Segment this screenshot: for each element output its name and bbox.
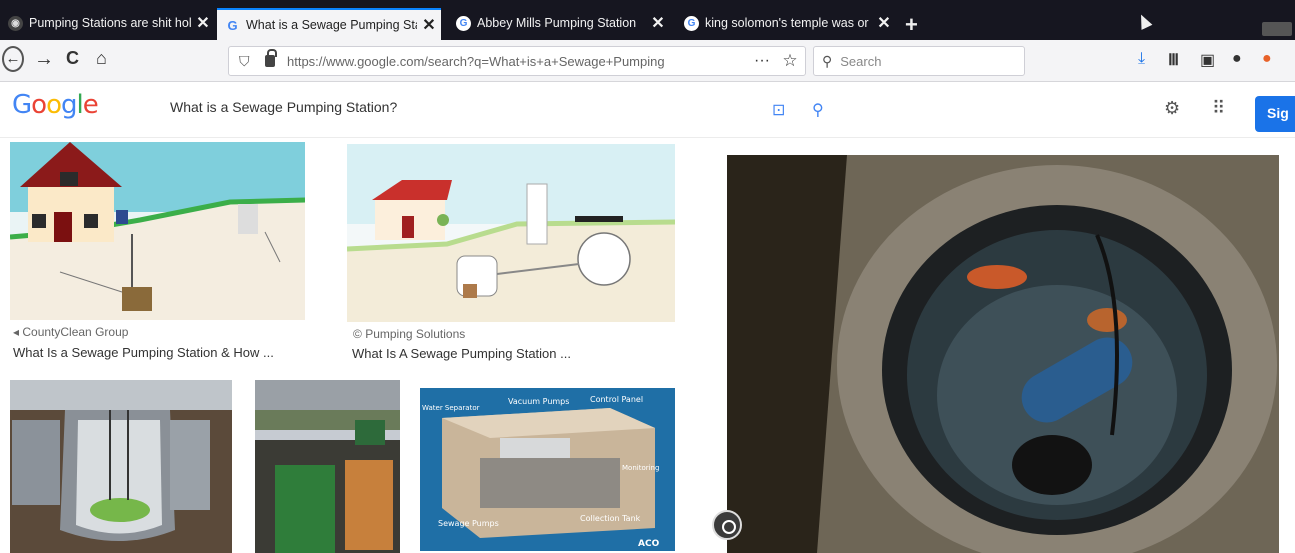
result-source[interactable]: © Pumping Solutions [353,327,465,341]
label-sewage-pumps: Sewage Pumps [438,519,499,528]
back-arrow-icon[interactable]: ← [2,46,24,72]
window-minimize-button[interactable] [1262,22,1292,36]
manhole-pump-photo [727,155,1279,553]
triangle-arrow-icon: ◂ [13,325,23,339]
result-title[interactable]: What Is a Sewage Pumping Station & How .… [13,345,274,360]
result-image-aco-tank[interactable]: Vacuum Pumps Control Panel Water Separat… [420,388,675,551]
house-diagram-illustration [10,142,305,320]
close-icon[interactable]: ✕ [872,13,896,33]
logo-letter: G [12,90,32,120]
label-vacuum-pumps: Vacuum Pumps [508,397,569,406]
forward-arrow-icon[interactable]: → [34,48,54,71]
tab-title: Abbey Mills Pumping Station [477,16,637,30]
lock-icon[interactable] [265,49,277,67]
settings-gear-icon[interactable]: ⚙ [1164,98,1180,119]
addon-icon[interactable]: ● [1262,50,1272,68]
google-lens-button[interactable] [712,510,742,540]
circle-c-icon: © [353,327,366,341]
tab-title: Pumping Stations are shit hole [29,16,191,30]
result-image-tank-cutaway[interactable] [10,380,232,553]
google-logo[interactable]: Google [12,90,99,120]
close-icon[interactable]: ✕ [646,13,670,33]
search-bar[interactable]: ⚲ Search [813,46,1025,76]
screenshot: ◉ Pumping Stations are shit hole ✕ G Wha… [0,0,1295,553]
logo-letter: o [31,90,47,120]
result-image-pump-diagram[interactable] [347,144,675,322]
result-image-house-diagram[interactable] [10,142,305,320]
more-icon[interactable]: ··· [749,52,775,70]
search-icon[interactable]: ⚲ [812,100,824,120]
logo-letter: g [61,90,77,120]
tab-king-solomon[interactable]: G king solomon's temple was or ✕ [676,8,896,38]
site-photo [255,380,400,553]
google-header: Google What is a Sewage Pumping Station?… [0,82,1295,138]
label-monitoring: Monitoring [622,464,659,472]
label-collection-tank: Collection Tank [580,514,641,523]
new-tab-button[interactable]: + [905,12,918,38]
search-query-input[interactable]: What is a Sewage Pumping Station? [170,99,397,115]
reload-icon[interactable]: C [66,48,79,69]
account-icon[interactable]: ● [1232,50,1242,68]
tab-bar: ◉ Pumping Stations are shit hole ✕ G Wha… [0,0,1295,40]
url-bar[interactable]: ⛉ https://www.google.com/search?q=What+i… [228,46,806,76]
star-icon[interactable]: ☆ [775,51,805,71]
aco-tank-illustration: Vacuum Pumps Control Panel Water Separat… [420,388,675,551]
result-source[interactable]: ◂ CountyClean Group [13,325,128,339]
close-icon[interactable]: ✕ [191,13,215,33]
image-results: ◂ CountyClean Group What Is a Sewage Pum… [0,138,1295,553]
tank-cutaway-illustration [10,380,232,553]
pump-diagram-illustration [347,144,675,322]
home-icon[interactable]: ⌂ [96,48,107,69]
source-name: Pumping Solutions [365,327,466,341]
image-preview-panel[interactable] [727,155,1279,553]
sidebar-icon[interactable]: ▣ [1200,50,1215,70]
tab-title: What is a Sewage Pumping Sta [246,18,417,32]
google-g-icon: G [684,15,699,31]
search-by-image-icon[interactable]: ⊡ [772,100,785,120]
google-g-icon: G [456,15,471,31]
sign-in-button[interactable]: Sig [1255,96,1295,132]
tab-title: king solomon's temple was or [705,16,869,30]
search-icon: ⚲ [822,52,833,69]
google-g-icon: G [227,17,238,33]
result-title[interactable]: What Is A Sewage Pumping Station ... [352,346,571,361]
library-icon[interactable]: Ⅲ [1168,50,1179,70]
tab-pumping-stations[interactable]: ◉ Pumping Stations are shit hole ✕ [0,8,215,38]
logo-letter: e [82,90,99,120]
tab-what-is-sewage[interactable]: G What is a Sewage Pumping Sta ✕ [217,8,441,40]
close-icon[interactable]: ✕ [417,15,441,35]
navigation-toolbar: ← → C ⌂ ⛉ https://www.google.com/search?… [0,40,1295,82]
logo-letter: o [46,90,62,120]
source-name: CountyClean Group [22,325,129,339]
download-icon[interactable]: ⤓ [1138,50,1145,68]
shield-icon[interactable]: ⛉ [239,53,253,69]
result-image-site-photo[interactable] [255,380,400,553]
label-water-separator: Water Separator [422,404,480,412]
brand-logo: ACO [638,539,660,549]
mouse-cursor-icon [1135,12,1153,30]
label-control-panel: Control Panel [590,395,643,404]
tab-abbey-mills[interactable]: G Abbey Mills Pumping Station ✕ [448,8,670,38]
page-icon: ◉ [8,15,23,31]
apps-grid-icon[interactable]: ⠿ [1212,98,1225,119]
url-text[interactable]: https://www.google.com/search?q=What+is+… [287,54,749,69]
search-placeholder: Search [840,53,882,69]
